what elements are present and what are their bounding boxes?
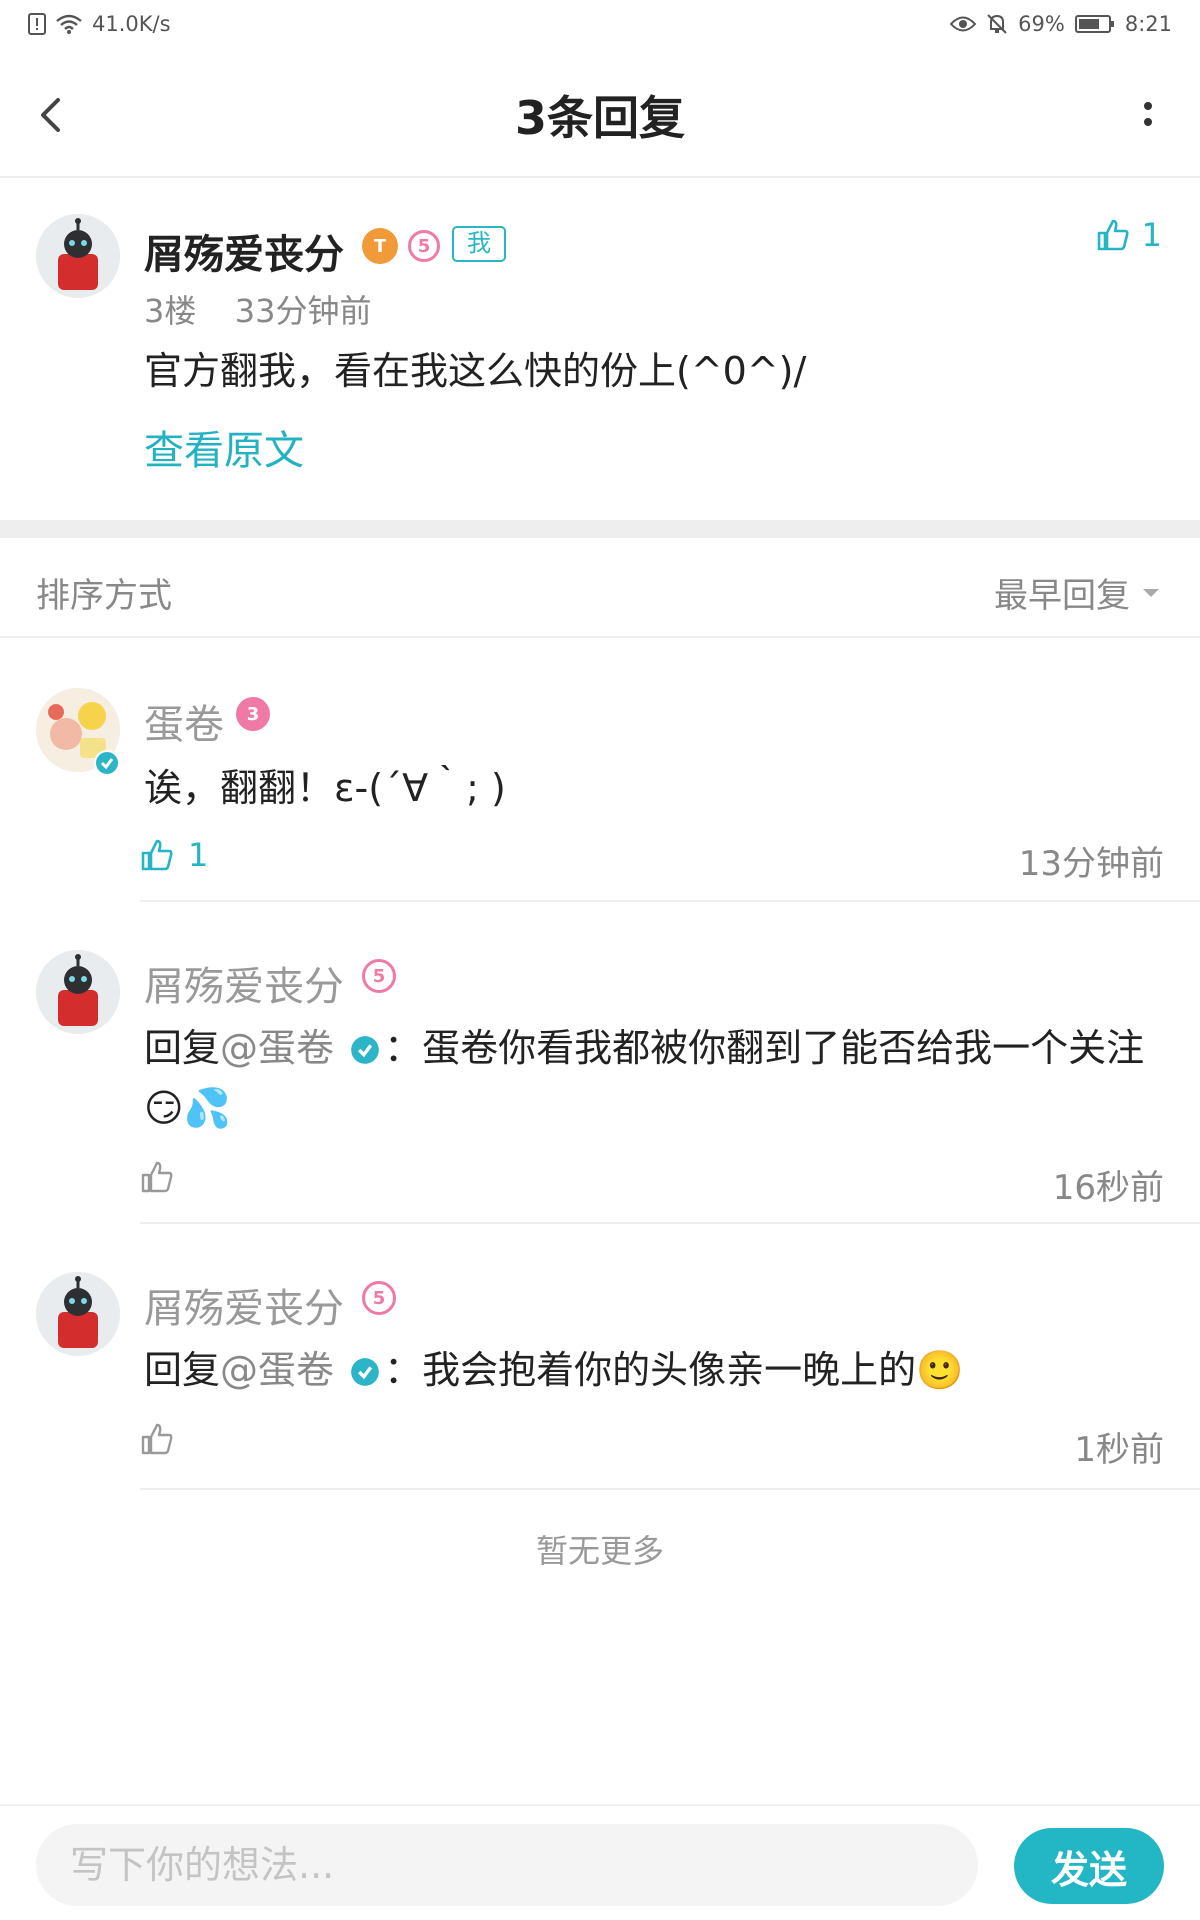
- clock: 8:21: [1124, 12, 1172, 36]
- view-original-link[interactable]: 查看原文: [144, 418, 304, 476]
- robot-avatar-icon: [36, 214, 120, 298]
- post-meta: 3楼 33分钟前: [144, 286, 371, 332]
- reply-text: 回复@蛋卷 ：我会抱着你的头像亲一晚上的🙂: [144, 1340, 1164, 1400]
- reply-like-count: 1: [188, 836, 209, 874]
- vertical-dots-icon: [1144, 102, 1152, 126]
- level-badge: 3: [236, 697, 270, 731]
- section-divider: [0, 520, 1200, 538]
- reply-item: 蛋卷 3 诶，翻翻！ε-(´∀｀; ) 1 13分钟前: [0, 640, 1200, 902]
- reply-body: ：我会抱着你的头像亲一晚上的: [384, 1348, 917, 1392]
- robot-avatar-icon: [36, 1272, 120, 1356]
- reply-time: 1秒前: [1074, 1430, 1164, 1470]
- reply-text: 回复@蛋卷 ：蛋卷你看我都被你翻到了能否给我一个关注 😏💦: [144, 1018, 1164, 1138]
- sort-dropdown[interactable]: 最早回复: [994, 568, 1160, 617]
- reply-prefix: 回复: [144, 1348, 221, 1392]
- post-time: 33分钟前: [234, 292, 372, 330]
- avatar[interactable]: [36, 214, 120, 298]
- mute-bell-icon: [987, 14, 1007, 34]
- me-tag: 我: [452, 226, 506, 262]
- reply-like-button[interactable]: [140, 1422, 188, 1456]
- robot-avatar-icon: [36, 950, 120, 1034]
- reply-text: 诶，翻翻！ε-(´∀｀; ): [144, 766, 506, 810]
- eye-icon: [950, 16, 977, 32]
- reply-item: 屑殇爱丧分 5 回复@蛋卷 ：蛋卷你看我都被你翻到了能否给我一个关注 😏💦 16秒…: [0, 902, 1200, 1224]
- sort-value: 最早回复: [994, 576, 1130, 616]
- mention-link[interactable]: @蛋卷: [220, 1026, 334, 1070]
- wifi-icon: [56, 14, 82, 34]
- level-badge: 5: [362, 1281, 396, 1315]
- verified-badge-icon: [351, 1358, 379, 1386]
- original-comment: 屑殇爱丧分 T 5 我 3楼 33分钟前 官方翻我，看在我这么快的份上(^0^)…: [0, 178, 1200, 520]
- reply-time: 16秒前: [1052, 1168, 1164, 1208]
- reply-like-button[interactable]: 1: [140, 836, 208, 874]
- post-content: 官方翻我，看在我这么快的份上(^0^)/: [144, 349, 807, 393]
- send-button[interactable]: 发送: [1014, 1828, 1164, 1904]
- level-badge: 5: [408, 230, 440, 262]
- status-right: 69% 8:21: [950, 12, 1172, 36]
- status-bar: 41.0K/s 69% 8:21: [0, 0, 1200, 50]
- reply-author[interactable]: 蛋卷: [144, 692, 224, 750]
- reply-author[interactable]: 屑殇爱丧分: [144, 954, 344, 1012]
- post-like-count: 1: [1141, 216, 1162, 254]
- avatar[interactable]: [36, 950, 120, 1034]
- floor-number: 3楼: [144, 292, 197, 330]
- reply-prefix: 回复: [144, 1026, 221, 1070]
- thumbs-up-icon: [1097, 219, 1129, 251]
- sort-label: 排序方式: [36, 576, 172, 616]
- reply-item: 屑殇爱丧分 5 回复@蛋卷 ：我会抱着你的头像亲一晚上的🙂 1秒前: [0, 1224, 1200, 1490]
- reply-emojis: 🙂: [916, 1348, 964, 1392]
- verified-badge-icon: [94, 750, 120, 776]
- reply-like-button[interactable]: [140, 1160, 188, 1194]
- mention-link[interactable]: @蛋卷: [220, 1348, 334, 1392]
- sort-row: 排序方式 最早回复: [0, 538, 1200, 638]
- more-options-button[interactable]: [1138, 94, 1158, 134]
- status-left: 41.0K/s: [28, 12, 171, 36]
- verified-badge-icon: [351, 1036, 379, 1064]
- reply-time: 13分钟前: [1018, 844, 1164, 884]
- comment-bar: 发送: [0, 1804, 1200, 1920]
- reply-emojis: 😏💦: [144, 1086, 231, 1130]
- reply-separator: [140, 1488, 1200, 1490]
- caret-down-icon: [1143, 588, 1159, 597]
- author-name[interactable]: 屑殇爱丧分: [144, 222, 344, 280]
- reply-body: ：蛋卷你看我都被你翻到了能否给我一个关注: [384, 1026, 1145, 1070]
- no-more-label: 暂无更多: [535, 1532, 664, 1570]
- net-speed: 41.0K/s: [92, 12, 171, 36]
- comment-input[interactable]: [36, 1824, 978, 1906]
- battery-icon: [1074, 15, 1114, 33]
- page-title: 3条回复: [514, 91, 685, 145]
- thumbs-up-outline-icon: [141, 1161, 173, 1193]
- battery-percent: 69%: [1018, 12, 1065, 36]
- thumbs-up-outline-icon: [141, 1423, 173, 1455]
- avatar[interactable]: [36, 1272, 120, 1356]
- thumbs-up-icon: [141, 839, 173, 871]
- tieba-t-badge-icon: T: [362, 228, 398, 264]
- level-badge: 5: [362, 959, 396, 993]
- header: 3条回复: [0, 50, 1200, 178]
- post-like-button[interactable]: 1: [1096, 216, 1162, 254]
- sim-alert-icon: [28, 13, 46, 35]
- reply-author[interactable]: 屑殇爱丧分: [144, 1276, 344, 1334]
